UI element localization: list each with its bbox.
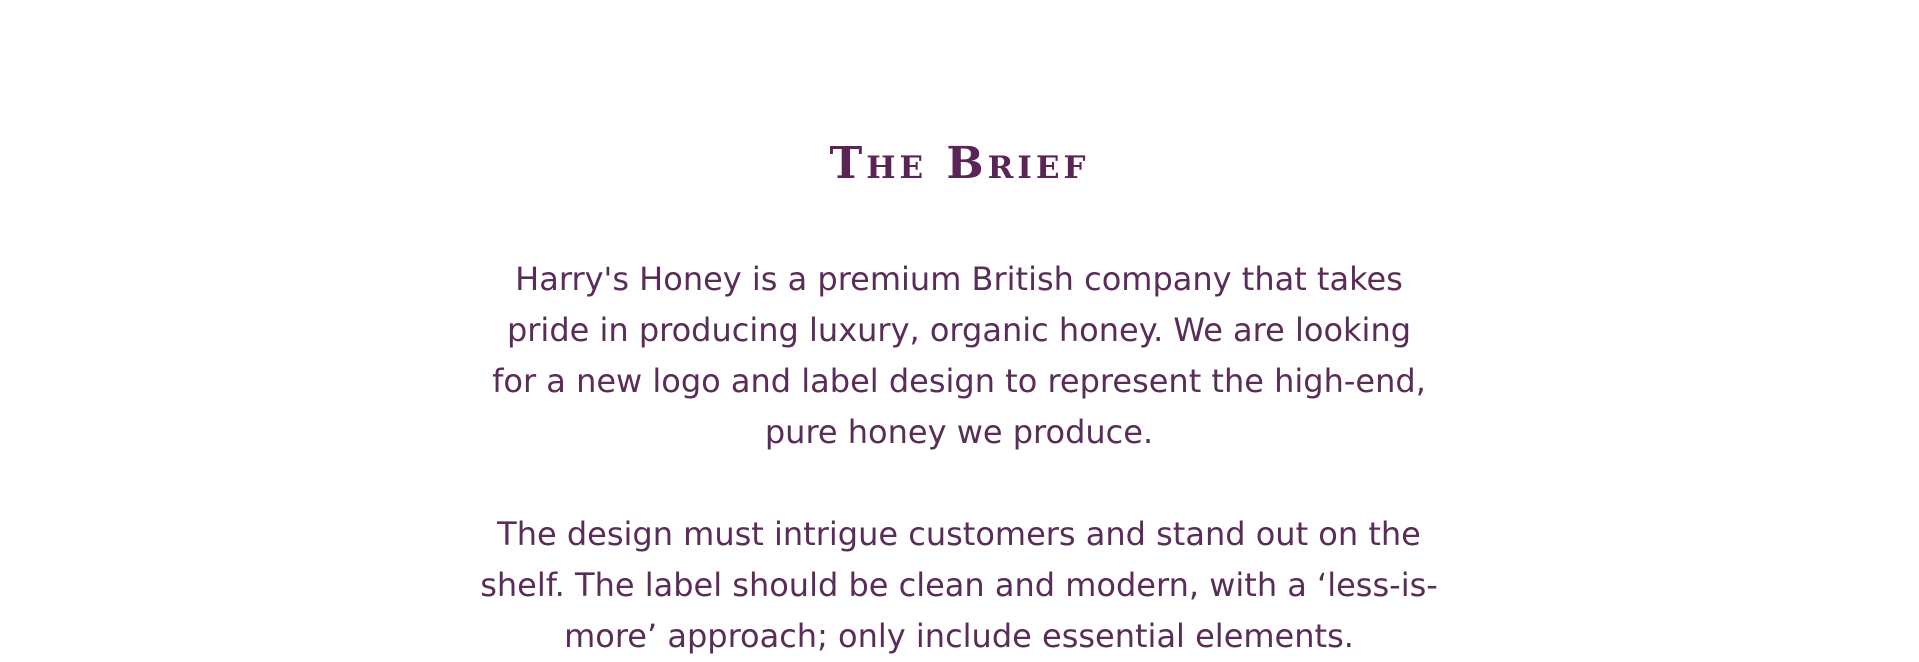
- brief-section: The Brief Harry's Honey is a premium Bri…: [0, 0, 1919, 662]
- paragraph-line: pure honey we produce.: [764, 413, 1154, 451]
- brief-paragraph-intro: Harry's Honey is a premium British compa…: [459, 254, 1459, 458]
- section-title: The Brief: [829, 138, 1090, 189]
- paragraph-line: for a new logo and label design to repre…: [492, 362, 1426, 400]
- paragraph-line: more’ approach; only include essential e…: [564, 617, 1354, 655]
- paragraph-line: pride in producing luxury, organic honey…: [506, 311, 1412, 349]
- paragraph-line: shelf. The label should be clean and mod…: [480, 566, 1438, 604]
- paragraph-line: The design must intrigue customers and s…: [497, 515, 1421, 553]
- brief-paragraph-design: The design must intrigue customers and s…: [459, 509, 1459, 662]
- paragraph-line: Harry's Honey is a premium British compa…: [515, 260, 1403, 298]
